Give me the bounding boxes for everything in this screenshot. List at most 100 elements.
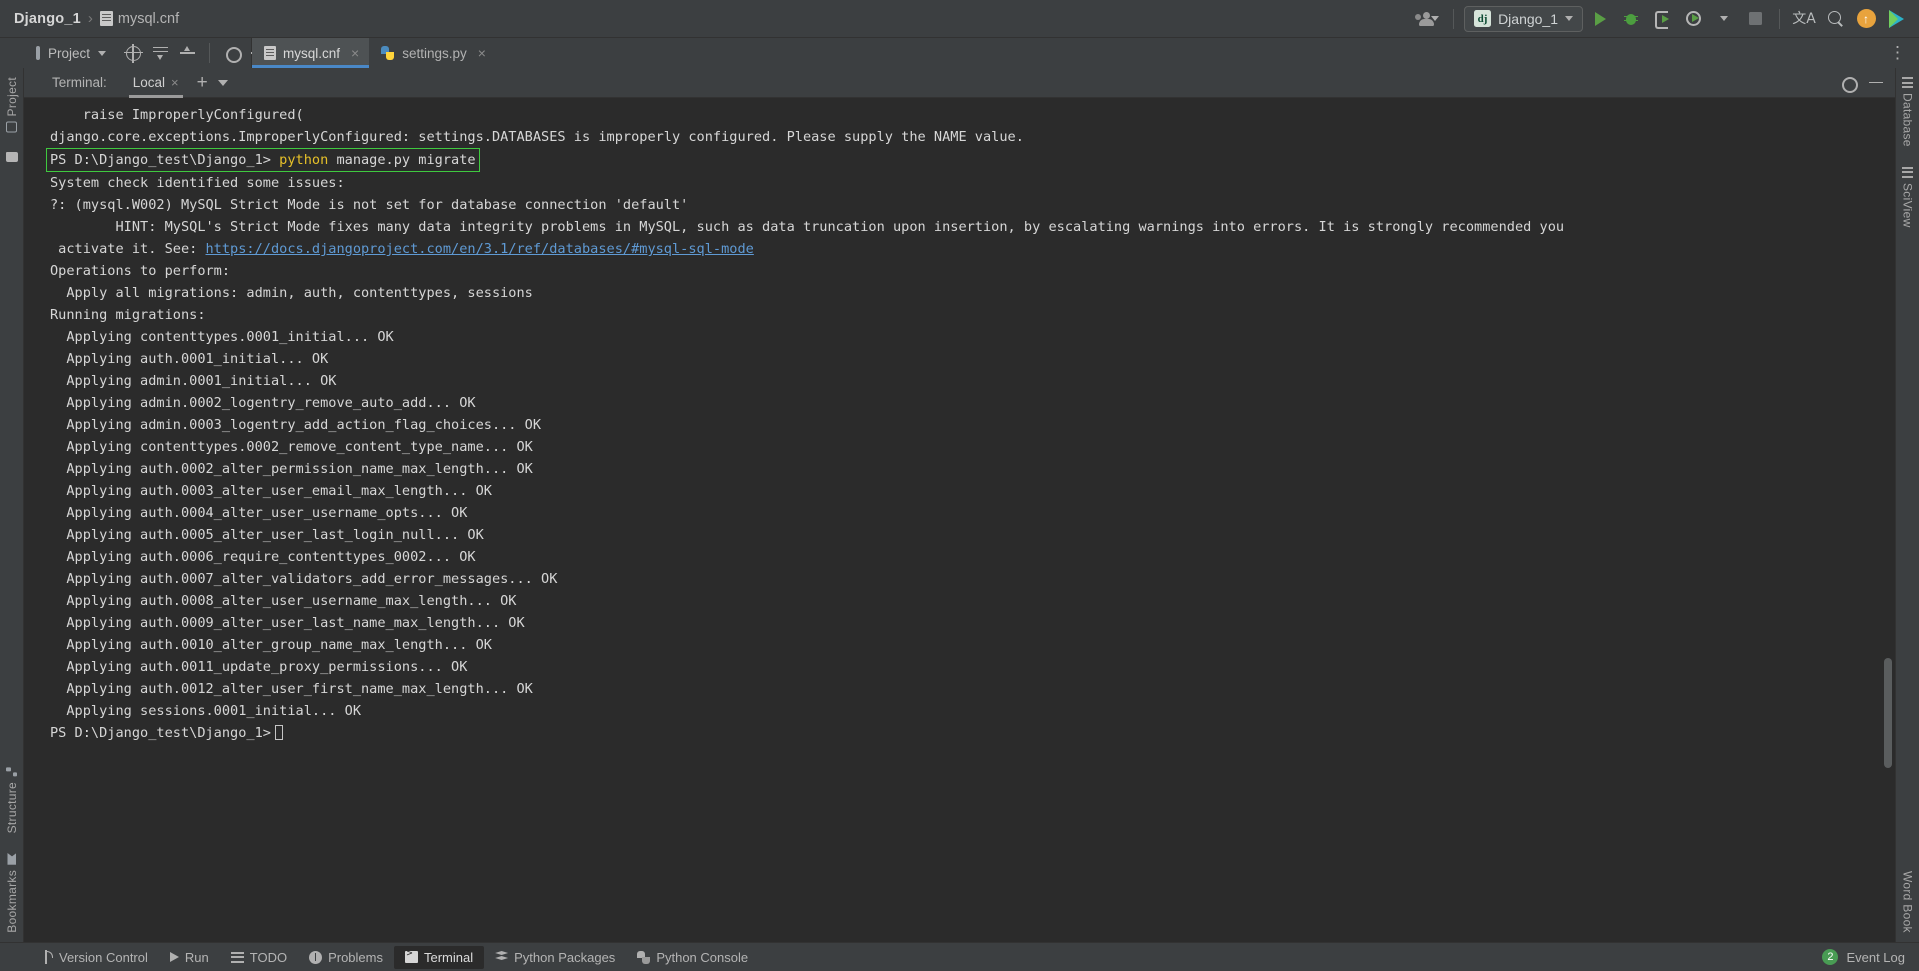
person-glyph bbox=[1415, 11, 1435, 26]
terminal-line: Applying auth.0010_alter_group_name_max_… bbox=[50, 637, 492, 653]
update-available-icon[interactable]: ↑ bbox=[1852, 6, 1880, 32]
terminal-session-tab-local[interactable]: Local × bbox=[125, 68, 187, 98]
ide-logo-icon[interactable] bbox=[1883, 6, 1911, 32]
tab-settings-py[interactable]: settings.py × bbox=[369, 38, 496, 68]
terminal-line: PS D:\Django_test\Django_1> bbox=[50, 722, 1895, 744]
debug-icon[interactable] bbox=[1617, 6, 1645, 32]
expand-all-icon[interactable] bbox=[180, 45, 196, 61]
status-item-label: Terminal bbox=[424, 949, 474, 965]
status-item-event-log[interactable]: Event Log bbox=[1846, 946, 1905, 969]
title-bar: Django_1 › mysql.cnf dj Django_1 文A ↑ bbox=[0, 0, 1919, 38]
status-item-label: Python Console bbox=[656, 949, 749, 965]
sidebar-item-project[interactable]: Project bbox=[5, 74, 19, 135]
status-item-version-control[interactable]: Version Control bbox=[30, 946, 159, 969]
sidebar-item-label: Project bbox=[4, 77, 19, 117]
terminal-line: Apply all migrations: admin, auth, conte… bbox=[50, 285, 533, 301]
terminal-line: Applying auth.0002_alter_permission_name… bbox=[50, 461, 533, 477]
new-session-icon[interactable]: + bbox=[187, 73, 218, 92]
user-settings-icon[interactable] bbox=[1415, 6, 1443, 32]
divider bbox=[209, 43, 211, 63]
run-with-coverage-icon[interactable] bbox=[1648, 6, 1676, 32]
sidebar-item-sciview[interactable]: SciView bbox=[1901, 164, 1915, 231]
python-file-icon bbox=[381, 46, 395, 60]
right-rail-top: Database SciView bbox=[1901, 74, 1915, 230]
chevron-down-icon[interactable] bbox=[217, 79, 228, 86]
cnf-file-icon bbox=[99, 10, 113, 26]
hide-terminal-icon[interactable] bbox=[1869, 81, 1883, 84]
terminal-line: Applying contenttypes.0001_initial... OK bbox=[50, 329, 394, 345]
status-bar-right: 2 Event Log bbox=[1822, 946, 1919, 969]
status-item-python-packages[interactable]: Python Packages bbox=[484, 946, 626, 969]
python-packages-icon bbox=[495, 951, 508, 963]
divider bbox=[1779, 8, 1780, 29]
terminal-line: ?: (mysql.W002) MySQL Strict Mode is not… bbox=[50, 197, 689, 213]
close-icon[interactable]: × bbox=[171, 75, 179, 90]
documentation-link[interactable]: https://docs.djangoproject.com/en/3.1/re… bbox=[206, 241, 754, 257]
profile-icon[interactable] bbox=[1679, 6, 1707, 32]
collapse-all-icon[interactable] bbox=[153, 46, 169, 61]
sidebar-item-word-book[interactable]: Word Book bbox=[1901, 868, 1915, 936]
status-item-label: Version Control bbox=[59, 949, 148, 965]
settings-gear-icon[interactable] bbox=[1840, 75, 1858, 93]
translate-icon[interactable]: 文A bbox=[1790, 6, 1818, 32]
stop-icon[interactable] bbox=[1741, 6, 1769, 32]
terminal-scrollbar[interactable] bbox=[1884, 658, 1892, 768]
editor-options-icon[interactable]: ⋮ bbox=[1877, 38, 1919, 68]
close-icon[interactable]: × bbox=[351, 45, 359, 61]
sidebar-item-label: Word Book bbox=[1900, 871, 1915, 933]
database-icon bbox=[1902, 77, 1913, 88]
status-item-label: Event Log bbox=[1846, 949, 1905, 965]
close-icon[interactable]: × bbox=[478, 45, 486, 61]
locate-icon[interactable] bbox=[124, 43, 144, 63]
run-icon[interactable] bbox=[1586, 6, 1614, 32]
terminal-line: Applying auth.0012_alter_user_first_name… bbox=[50, 681, 533, 697]
status-item-python-console[interactable]: Python Console bbox=[626, 946, 759, 969]
breadcrumb-file-wrap[interactable]: mysql.cnf bbox=[99, 10, 180, 27]
editor-tabs: mysql.cnf × settings.py × ⋮ bbox=[252, 38, 1919, 68]
divider bbox=[1453, 8, 1455, 29]
sidebar-item-database[interactable]: Database bbox=[1901, 74, 1915, 150]
breadcrumb-separator: › bbox=[87, 10, 93, 27]
project-panel-icon bbox=[6, 121, 17, 133]
terminal-line: raise ImproperlyConfigured( bbox=[50, 107, 304, 123]
highlighted-command[interactable]: PS D:\Django_test\Django_1> python manag… bbox=[46, 148, 480, 172]
status-item-label: TODO bbox=[249, 949, 288, 965]
terminal-session-label: Local bbox=[132, 75, 166, 90]
terminal-line: Applying sessions.0001_initial... OK bbox=[50, 703, 361, 719]
breadcrumb-file: mysql.cnf bbox=[117, 10, 180, 27]
project-panel-label: Project bbox=[48, 45, 91, 61]
profile-dropdown-icon[interactable] bbox=[1710, 6, 1738, 32]
command-keyword: python bbox=[279, 152, 329, 168]
sciview-icon bbox=[1902, 166, 1913, 178]
terminal-line: Applying auth.0009_alter_user_last_name_… bbox=[50, 615, 525, 631]
breadcrumb-project[interactable]: Django_1 bbox=[14, 11, 81, 27]
status-item-run[interactable]: Run bbox=[159, 946, 220, 969]
terminal-line: System check identified some issues: bbox=[50, 175, 345, 191]
problems-icon bbox=[309, 950, 323, 964]
status-item-problems[interactable]: Problems bbox=[298, 946, 394, 969]
terminal-line: Applying auth.0005_alter_user_last_login… bbox=[50, 527, 484, 543]
terminal-line: Applying auth.0006_require_contenttypes_… bbox=[50, 549, 476, 565]
sidebar-item-label: Database bbox=[1900, 93, 1915, 147]
search-everywhere-icon[interactable] bbox=[1821, 6, 1849, 32]
terminal-line: Applying auth.0003_alter_user_email_max_… bbox=[50, 483, 492, 499]
settings-gear-icon[interactable] bbox=[224, 46, 242, 63]
left-tool-rail: Project Structure Bookmarks bbox=[0, 68, 24, 942]
terminal-header: Terminal: Local × + bbox=[24, 68, 1895, 98]
terminal-line: Applying contenttypes.0002_remove_conten… bbox=[50, 439, 533, 455]
terminal-line: Applying auth.0011_update_proxy_permissi… bbox=[50, 659, 468, 675]
sidebar-item-folder[interactable] bbox=[5, 149, 18, 165]
terminal-line: Applying auth.0007_alter_validators_add_… bbox=[50, 571, 558, 587]
terminal-output[interactable]: raise ImproperlyConfigured( django.core.e… bbox=[24, 98, 1895, 942]
terminal-line: django.core.exceptions.ImproperlyConfigu… bbox=[50, 129, 1024, 145]
status-item-todo[interactable]: TODO bbox=[220, 946, 298, 969]
left-rail-bottom: Structure Bookmarks bbox=[5, 763, 19, 936]
sidebar-item-structure[interactable]: Structure bbox=[5, 763, 19, 836]
chevron-down-icon[interactable] bbox=[98, 50, 107, 56]
run-configuration-selector[interactable]: dj Django_1 bbox=[1464, 5, 1583, 32]
terminal-cursor bbox=[274, 725, 283, 740]
status-item-terminal[interactable]: Terminal bbox=[394, 945, 485, 969]
tab-mysql-cnf[interactable]: mysql.cnf × bbox=[252, 38, 370, 68]
tab-label: mysql.cnf bbox=[283, 45, 341, 61]
sidebar-item-bookmarks[interactable]: Bookmarks bbox=[5, 850, 19, 936]
